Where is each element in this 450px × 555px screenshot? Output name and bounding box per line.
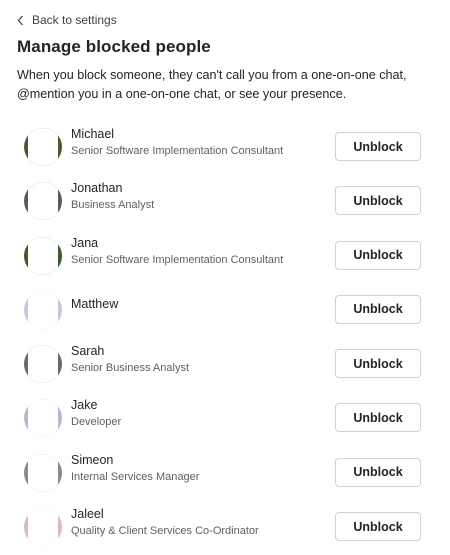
person-name: Jana: [71, 235, 99, 250]
person-job-title: Senior Software Implementation Consultan…: [71, 145, 284, 157]
blocked-person-row: Jake Developer Unblock: [0, 390, 450, 444]
avatar-mask: [28, 453, 58, 492]
unblock-button[interactable]: Unblock: [335, 403, 421, 433]
avatar: [24, 290, 62, 329]
blocked-person-row: Jaleel Quality & Client Services Co-Ordin…: [0, 499, 450, 553]
avatar: [24, 128, 62, 166]
person-name: Simeon: [71, 452, 114, 467]
person-name: Michael: [71, 127, 115, 141]
person-name: Jaleel: [71, 507, 104, 522]
blocking-description: When you block someone, they can't call …: [17, 68, 407, 101]
avatar: [24, 345, 62, 384]
person-name: Jake: [71, 398, 98, 413]
back-to-settings-link[interactable]: Back to settings: [17, 13, 117, 27]
avatar-mask: [28, 128, 58, 166]
blocked-people-list: Michael Senior Software Implementation Co…: [0, 119, 450, 553]
person-job-title: Internal Services Manager: [71, 470, 200, 483]
unblock-button[interactable]: Unblock: [335, 349, 421, 379]
avatar-mask: [28, 182, 58, 221]
person-name: Sarah: [71, 344, 105, 359]
person-name: Matthew: [71, 296, 119, 311]
person-name: Jonathan: [71, 181, 123, 196]
avatar: [24, 399, 62, 438]
person-job-title: Business Analyst: [71, 199, 155, 212]
back-link-label: Back to settings: [32, 13, 117, 27]
unblock-button[interactable]: Unblock: [335, 240, 421, 270]
unblock-button[interactable]: Unblock: [335, 457, 421, 487]
unblock-button[interactable]: Unblock: [335, 294, 421, 324]
unblock-button[interactable]: Unblock: [335, 132, 421, 161]
avatar: [24, 453, 62, 492]
unblock-button[interactable]: Unblock: [335, 512, 421, 542]
person-job-title: Quality & Client Services Co-Ordinator: [71, 525, 259, 538]
blocked-person-row: Simeon Internal Services Manager Unblock: [0, 445, 450, 499]
avatar-mask: [28, 345, 58, 384]
blocked-person-row: Jana Senior Software Implementation Consu…: [0, 228, 450, 282]
blocked-person-row: Sarah Senior Business Analyst Unblock: [0, 336, 450, 390]
avatar-mask: [28, 399, 58, 438]
page-title: Manage blocked people: [17, 37, 211, 56]
person-job-title: Developer: [71, 416, 122, 429]
blocked-person-row: Matthew Unblock: [0, 282, 450, 336]
avatar-mask: [28, 508, 58, 547]
blocked-person-row: Jonathan Business Analyst Unblock: [0, 173, 450, 227]
avatar: [24, 182, 62, 221]
avatar-mask: [28, 236, 58, 275]
person-job-title: Senior Business Analyst: [71, 362, 190, 375]
avatar: [24, 508, 62, 547]
unblock-button[interactable]: Unblock: [335, 186, 421, 216]
avatar: [24, 236, 62, 275]
blocked-person-row: Michael Senior Software Implementation Co…: [0, 119, 450, 173]
manage-blocked-people-page: Back to settings Manage blocked people W…: [0, 0, 450, 555]
person-job-title: Senior Software Implementation Consultan…: [71, 253, 284, 266]
avatar-mask: [28, 290, 58, 329]
chevron-left-icon: [17, 15, 24, 26]
